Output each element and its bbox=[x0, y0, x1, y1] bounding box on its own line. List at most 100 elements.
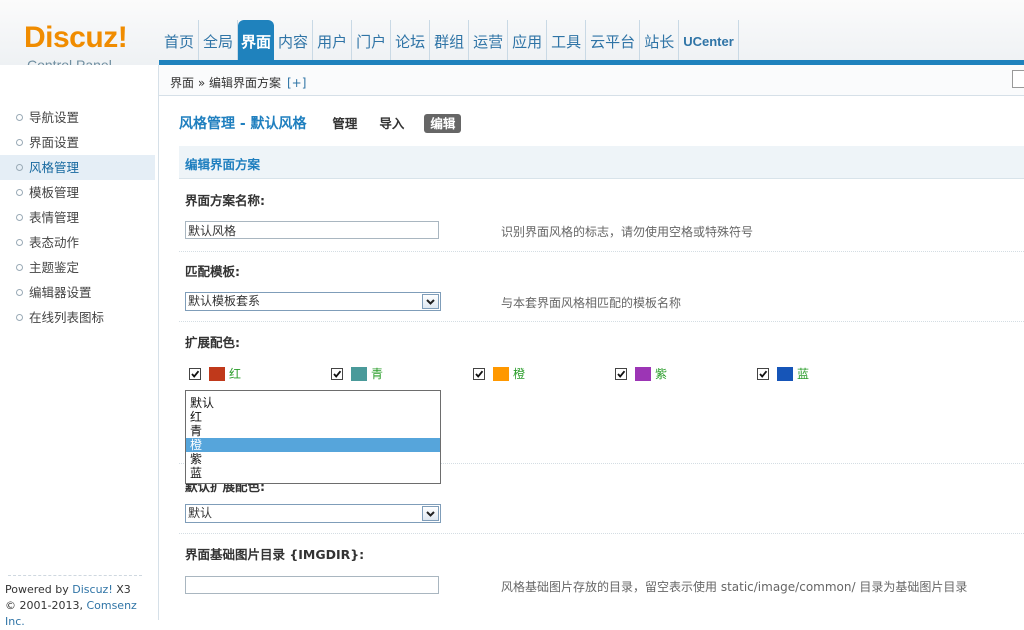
listbox-option[interactable]: 青 bbox=[186, 424, 440, 438]
powered-by: Powered by Discuz! X3 © 2001-2013, Comse… bbox=[5, 582, 158, 630]
scheme-name-input[interactable]: 默认风格 bbox=[185, 221, 439, 239]
chevron-down-icon[interactable] bbox=[422, 506, 439, 521]
sidebar-item-2[interactable]: 风格管理 bbox=[0, 155, 155, 180]
sidebar-item-label: 表情管理 bbox=[29, 210, 80, 225]
listbox-option[interactable]: 红 bbox=[186, 410, 440, 424]
nav-item-6[interactable]: 论坛 bbox=[391, 20, 431, 60]
color-name: 红 bbox=[229, 367, 242, 381]
nav-item-4[interactable]: 用户 bbox=[313, 20, 353, 60]
sidebar-item-3[interactable]: 模板管理 bbox=[0, 180, 155, 205]
sidebar-item-label: 主题鉴定 bbox=[29, 260, 80, 275]
color-option[interactable]: 红 bbox=[189, 366, 241, 382]
title-row: 风格管理 - 默认风格 管理 导入 编辑 bbox=[179, 114, 462, 134]
bullet-icon bbox=[16, 139, 23, 146]
tab-0[interactable]: 管理 bbox=[332, 116, 357, 131]
nav-item-7[interactable]: 群组 bbox=[430, 20, 470, 60]
row-divider bbox=[179, 533, 1024, 534]
sidebar-item-4[interactable]: 表情管理 bbox=[0, 205, 155, 230]
color-swatch bbox=[777, 367, 793, 381]
breadcrumb: 界面 » 编辑界面方案 [+] bbox=[170, 74, 306, 91]
color-name: 蓝 bbox=[797, 367, 810, 381]
tab-1[interactable]: 导入 bbox=[379, 116, 404, 131]
listbox-option[interactable]: 默认 bbox=[186, 396, 440, 410]
nav-item-3[interactable]: 内容 bbox=[274, 20, 314, 60]
template-select[interactable]: 默认模板套系 bbox=[185, 292, 441, 311]
top-nav: 首页 全局 界面 内容 用户 门户 论坛 群组 运营 应用 工具 云平台 站长 UCenter bbox=[160, 20, 739, 60]
color-swatch bbox=[209, 367, 225, 381]
color-name: 青 bbox=[371, 367, 384, 381]
sidebar-menu: 导航设置 界面设置风格管理模板管理表情管理表态动作主题鉴定编辑器设置在线列表图标 bbox=[0, 105, 155, 330]
bullet-icon bbox=[16, 289, 23, 296]
bullet-icon bbox=[16, 114, 23, 121]
discuz-link[interactable]: Discuz! bbox=[72, 583, 112, 596]
search-box-edge[interactable] bbox=[1012, 70, 1024, 88]
sidebar-item-label: 编辑器设置 bbox=[29, 285, 92, 300]
section-title: 编辑界面方案 bbox=[185, 157, 261, 172]
breadcrumb-path: 界面 » 编辑界面方案 bbox=[170, 76, 281, 90]
tab-2[interactable]: 编辑 bbox=[424, 114, 462, 133]
imgdir-hint: 风格基础图片存放的目录，留空表示使用 static/image/common/ … bbox=[501, 580, 968, 594]
add-shortcut-button[interactable]: [+] bbox=[287, 76, 306, 90]
sidebar-item-1[interactable]: 界面设置 bbox=[0, 130, 155, 155]
listbox-option[interactable]: 橙 bbox=[186, 438, 440, 452]
nav-item-2[interactable]: 界面 bbox=[238, 20, 275, 60]
sidebar-divider bbox=[8, 575, 142, 576]
color-name: 橙 bbox=[513, 367, 526, 381]
ext-colors-label: 扩展配色: bbox=[185, 335, 240, 350]
discuz-logo[interactable]: Discuz! bbox=[24, 22, 128, 54]
color-swatch bbox=[635, 367, 651, 381]
scheme-name-label: 界面方案名称: bbox=[185, 193, 265, 208]
color-swatch bbox=[351, 367, 367, 381]
listbox-option[interactable]: 蓝 bbox=[186, 466, 440, 480]
nav-item-12[interactable]: 站长 bbox=[640, 20, 680, 60]
nav-item-0[interactable]: 首页 bbox=[160, 20, 200, 60]
page-title: 风格管理 - 默认风格 bbox=[179, 116, 307, 132]
imgdir-label: 界面基础图片目录 {IMGDIR}: bbox=[185, 547, 365, 562]
nav-item-5[interactable]: 门户 bbox=[352, 20, 392, 60]
sidebar-item-0[interactable]: 导航设置 bbox=[0, 105, 155, 130]
sidebar-item-label: 表态动作 bbox=[29, 235, 80, 250]
breadcrumb-bar: 界面 » 编辑界面方案 [+] bbox=[159, 65, 1024, 96]
bullet-icon bbox=[16, 314, 23, 321]
sidebar-item-label: 风格管理 bbox=[29, 160, 80, 175]
sidebar-item-8[interactable]: 在线列表图标 bbox=[0, 305, 155, 330]
template-label: 匹配模板: bbox=[185, 264, 240, 279]
color-checkbox[interactable] bbox=[615, 368, 627, 380]
listbox-option[interactable]: 紫 bbox=[186, 452, 440, 466]
color-option[interactable]: 青 bbox=[331, 366, 383, 382]
nav-item-1[interactable]: 全局 bbox=[199, 20, 239, 60]
color-checkbox[interactable] bbox=[757, 368, 769, 380]
nav-item-13[interactable]: UCenter bbox=[679, 20, 739, 60]
imgdir-input[interactable] bbox=[185, 576, 439, 594]
sidebar-item-5[interactable]: 表态动作 bbox=[0, 230, 155, 255]
template-hint: 与本套界面风格相匹配的模板名称 bbox=[501, 296, 682, 310]
color-listbox[interactable]: 默认红青橙紫蓝 bbox=[185, 390, 441, 484]
color-checkbox[interactable] bbox=[473, 368, 485, 380]
row-divider bbox=[179, 251, 1024, 252]
default-color-select[interactable]: 默认 bbox=[185, 504, 441, 523]
nav-item-11[interactable]: 云平台 bbox=[586, 20, 641, 60]
nav-item-8[interactable]: 运营 bbox=[469, 20, 509, 60]
bullet-icon bbox=[16, 189, 23, 196]
sidebar-item-6[interactable]: 主题鉴定 bbox=[0, 255, 155, 280]
bullet-icon bbox=[16, 164, 23, 171]
scheme-name-hint: 识别界面风格的标志，请勿使用空格或特殊符号 bbox=[501, 225, 754, 239]
color-option[interactable]: 橙 bbox=[473, 366, 525, 382]
sidebar-item-label: 模板管理 bbox=[29, 185, 80, 200]
color-option[interactable]: 紫 bbox=[615, 366, 667, 382]
bullet-icon bbox=[16, 239, 23, 246]
sidebar-item-7[interactable]: 编辑器设置 bbox=[0, 280, 155, 305]
bullet-icon bbox=[16, 214, 23, 221]
color-checkbox[interactable] bbox=[189, 368, 201, 380]
color-option[interactable]: 蓝 bbox=[757, 366, 809, 382]
chevron-down-icon[interactable] bbox=[422, 294, 439, 309]
section-header: 编辑界面方案 bbox=[179, 146, 1024, 179]
bullet-icon bbox=[16, 264, 23, 271]
row-divider bbox=[179, 321, 1024, 322]
nav-item-9[interactable]: 应用 bbox=[508, 20, 548, 60]
template-select-value: 默认模板套系 bbox=[188, 294, 261, 308]
nav-item-10[interactable]: 工具 bbox=[547, 20, 587, 60]
color-checkbox[interactable] bbox=[331, 368, 343, 380]
sidebar-item-label: 在线列表图标 bbox=[29, 310, 105, 325]
header: Discuz! Control Panel 首页全局界面内容用户门户论坛群组运营… bbox=[0, 0, 1024, 73]
